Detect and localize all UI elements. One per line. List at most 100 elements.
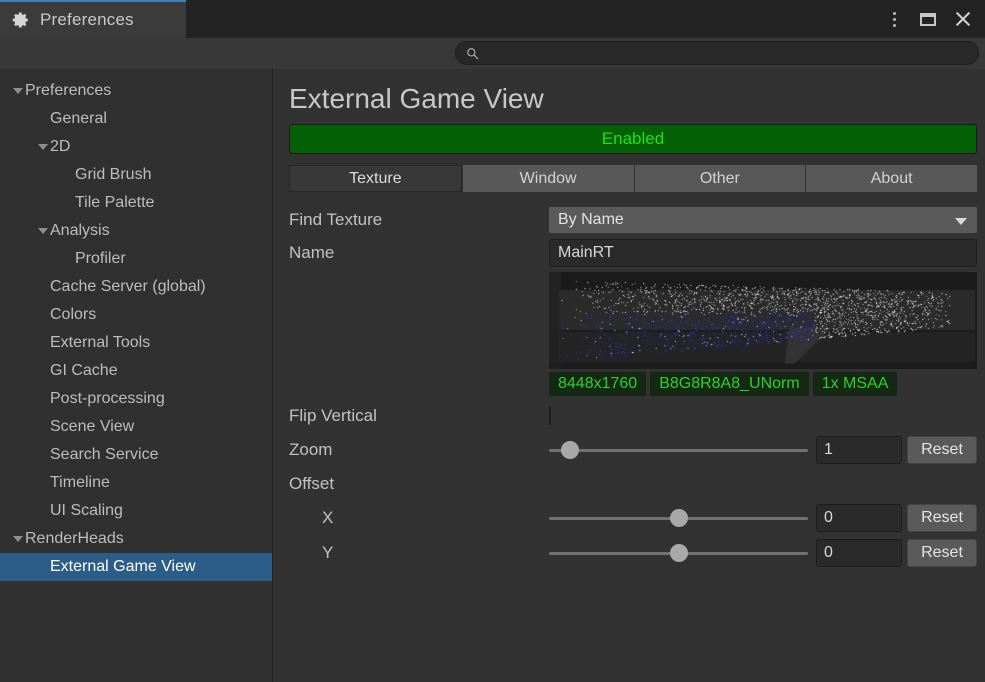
sidebar-item-label: 2D	[50, 138, 71, 155]
tab-window[interactable]: Window	[462, 165, 634, 192]
zoom-row: Zoom Reset	[289, 435, 977, 465]
status-badge[interactable]: Enabled	[289, 124, 977, 154]
offset-y-reset-button[interactable]: Reset	[907, 539, 977, 567]
offset-x-label: X	[322, 508, 334, 527]
triangle-down-icon[interactable]	[35, 228, 50, 234]
texture-info-badges: 8448x1760 B8G8R8A8_UNorm 1x MSAA	[549, 372, 977, 396]
maximize-icon[interactable]	[913, 4, 943, 34]
panel-tabs[interactable]: Texture Window Other About	[289, 165, 977, 192]
sidebar-item-general[interactable]: General	[0, 105, 272, 133]
sidebar-item-label: Tile Palette	[75, 194, 155, 211]
sidebar-item-post-processing[interactable]: Post-processing	[0, 385, 272, 413]
texture-info-row: 8448x1760 B8G8R8A8_UNorm 1x MSAA	[289, 372, 977, 396]
sidebar-item-scene-view[interactable]: Scene View	[0, 413, 272, 441]
triangle-down-icon[interactable]	[10, 88, 25, 94]
offset-y-slider[interactable]	[549, 542, 808, 564]
badges-spacer	[289, 372, 549, 396]
find-texture-row: Find Texture By Name	[289, 206, 977, 234]
preferences-tree[interactable]: Preferences General 2D Grid Brush Tile Palet…	[0, 69, 273, 682]
sidebar-item-profiler[interactable]: Profiler	[0, 245, 272, 273]
tab-label: Other	[699, 169, 740, 187]
sidebar-item-cache-server-global[interactable]: Cache Server (global)	[0, 273, 272, 301]
offset-x-value-input[interactable]	[816, 504, 902, 532]
zoom-slider[interactable]	[549, 439, 808, 461]
offset-y-value-input[interactable]	[816, 539, 902, 567]
close-icon[interactable]	[947, 4, 977, 34]
sidebar-item-search-service[interactable]: Search Service	[0, 441, 272, 469]
chevron-down-icon	[955, 218, 967, 225]
sidebar-item-ui-scaling[interactable]: UI Scaling	[0, 497, 272, 525]
offset-x-row: X Reset	[289, 503, 977, 533]
page-title: External Game View	[289, 83, 544, 114]
sidebar-item-grid-brush[interactable]: Grid Brush	[0, 161, 272, 189]
offset-x-slider-handle[interactable]	[669, 509, 688, 527]
sidebar-item-preferences[interactable]: Preferences	[0, 77, 272, 105]
sidebar-item-label: Post-processing	[50, 390, 165, 407]
texture-info-badge: 1x MSAA	[812, 372, 898, 396]
zoom-label: Zoom	[289, 440, 333, 459]
sidebar-item-label: GI Cache	[50, 362, 118, 379]
tab-texture[interactable]: Texture	[289, 165, 462, 192]
status-badge-label: Enabled	[601, 129, 665, 148]
offset-label: Offset	[289, 474, 335, 493]
texture-preview-canvas	[549, 272, 977, 369]
texture-preview[interactable]	[549, 272, 977, 369]
content-area: Preferences General 2D Grid Brush Tile Palet…	[0, 69, 985, 682]
sidebar-item-colors[interactable]: Colors	[0, 301, 272, 329]
zoom-slider-track	[549, 449, 808, 452]
gear-icon	[12, 11, 30, 29]
zoom-slider-handle[interactable]	[560, 441, 579, 459]
offset-row: Offset	[289, 470, 977, 498]
sidebar-item-label: External Tools	[50, 334, 151, 351]
preview-spacer	[289, 272, 549, 369]
sidebar-item-gi-cache[interactable]: GI Cache	[0, 357, 272, 385]
sidebar-item-label: External Game View	[50, 558, 196, 575]
sidebar-item-label: Timeline	[50, 474, 110, 491]
name-row: Name	[289, 239, 977, 267]
window-controls	[879, 0, 977, 38]
sidebar-item-analysis[interactable]: Analysis	[0, 217, 272, 245]
texture-info-badge: B8G8R8A8_UNorm	[650, 372, 809, 396]
search-icon	[466, 47, 479, 60]
offset-x-slider[interactable]	[549, 507, 808, 529]
offset-y-slider-handle[interactable]	[669, 544, 688, 562]
sidebar-item-renderheads[interactable]: RenderHeads	[0, 525, 272, 553]
zoom-value-input[interactable]	[816, 436, 902, 464]
window-titlebar: Preferences	[0, 0, 985, 38]
sidebar-item-label: Colors	[50, 306, 97, 323]
offset-x-reset-button[interactable]: Reset	[907, 504, 977, 532]
sidebar-item-label: Preferences	[25, 82, 112, 99]
sidebar-item-timeline[interactable]: Timeline	[0, 469, 272, 497]
tab-other[interactable]: Other	[634, 165, 806, 192]
flip-vertical-label: Flip Vertical	[289, 406, 377, 425]
find-texture-label: Find Texture	[289, 210, 383, 229]
search-field[interactable]	[455, 41, 979, 65]
sidebar-item-label: UI Scaling	[50, 502, 123, 519]
sidebar-item-label: General	[50, 110, 107, 127]
tab-label: About	[870, 169, 913, 187]
triangle-down-icon[interactable]	[10, 536, 25, 542]
sidebar-item-label: Profiler	[75, 250, 126, 267]
sidebar-item-label: Search Service	[50, 446, 159, 463]
tab-about[interactable]: About	[806, 165, 977, 192]
flip-vertical-checkbox[interactable]	[549, 406, 551, 425]
offset-y-row: Y Reset	[289, 538, 977, 568]
search-input[interactable]	[486, 46, 968, 60]
find-texture-dropdown[interactable]: By Name	[549, 207, 977, 233]
tab-label: Texture	[349, 169, 402, 187]
sidebar-item-label: Analysis	[50, 222, 110, 239]
window-tab-label: Preferences	[40, 10, 134, 29]
sidebar-item-tile-palette[interactable]: Tile Palette	[0, 189, 272, 217]
window-tab-preferences[interactable]: Preferences	[0, 0, 186, 38]
name-input[interactable]	[549, 239, 977, 267]
sidebar-item-external-game-view[interactable]: External Game View	[0, 553, 272, 581]
flip-vertical-row: Flip Vertical	[289, 402, 977, 430]
texture-preview-row	[289, 272, 977, 369]
tab-label: Window	[519, 169, 577, 187]
sidebar-item-external-tools[interactable]: External Tools	[0, 329, 272, 357]
triangle-down-icon[interactable]	[35, 144, 50, 150]
sidebar-item-2d[interactable]: 2D	[0, 133, 272, 161]
texture-info-badge: 8448x1760	[549, 372, 647, 396]
kebab-menu-icon[interactable]	[879, 4, 909, 34]
zoom-reset-button[interactable]: Reset	[907, 436, 977, 464]
